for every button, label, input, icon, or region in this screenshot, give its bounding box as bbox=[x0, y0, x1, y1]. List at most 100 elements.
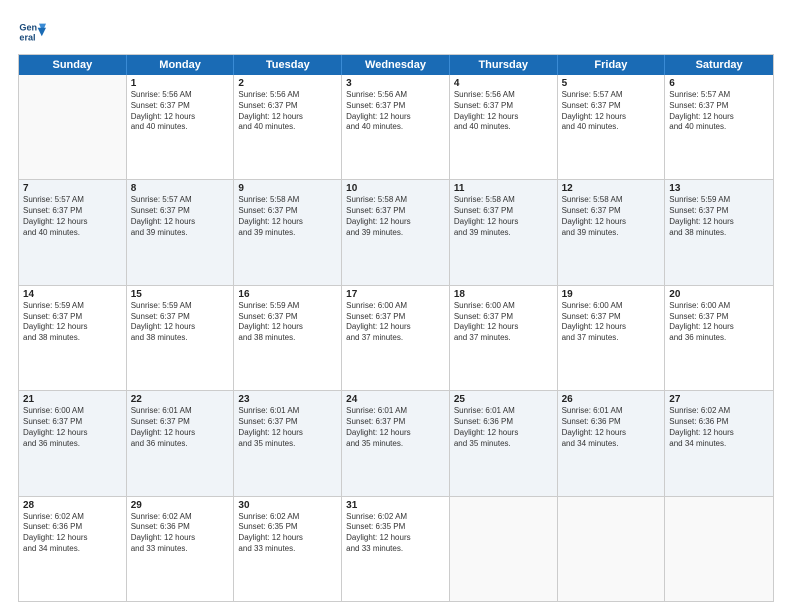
day-number: 1 bbox=[131, 78, 230, 89]
day-info: Sunrise: 6:00 AM Sunset: 6:37 PM Dayligh… bbox=[23, 406, 122, 449]
header-day-tuesday: Tuesday bbox=[234, 55, 342, 75]
day-cell-11: 11Sunrise: 5:58 AM Sunset: 6:37 PM Dayli… bbox=[450, 180, 558, 284]
calendar-week-2: 7Sunrise: 5:57 AM Sunset: 6:37 PM Daylig… bbox=[19, 179, 773, 284]
header-day-friday: Friday bbox=[558, 55, 666, 75]
day-number: 7 bbox=[23, 183, 122, 194]
day-info: Sunrise: 5:58 AM Sunset: 6:37 PM Dayligh… bbox=[562, 195, 661, 238]
day-cell-4: 4Sunrise: 5:56 AM Sunset: 6:37 PM Daylig… bbox=[450, 75, 558, 179]
day-number: 18 bbox=[454, 289, 553, 300]
day-info: Sunrise: 5:57 AM Sunset: 6:37 PM Dayligh… bbox=[23, 195, 122, 238]
day-number: 8 bbox=[131, 183, 230, 194]
day-info: Sunrise: 6:00 AM Sunset: 6:37 PM Dayligh… bbox=[346, 301, 445, 344]
day-cell-28: 28Sunrise: 6:02 AM Sunset: 6:36 PM Dayli… bbox=[19, 497, 127, 601]
header-day-saturday: Saturday bbox=[665, 55, 773, 75]
calendar-week-5: 28Sunrise: 6:02 AM Sunset: 6:36 PM Dayli… bbox=[19, 496, 773, 601]
day-info: Sunrise: 5:59 AM Sunset: 6:37 PM Dayligh… bbox=[669, 195, 769, 238]
day-number: 27 bbox=[669, 394, 769, 405]
calendar-week-1: 1Sunrise: 5:56 AM Sunset: 6:37 PM Daylig… bbox=[19, 75, 773, 179]
day-number: 9 bbox=[238, 183, 337, 194]
day-cell-23: 23Sunrise: 6:01 AM Sunset: 6:37 PM Dayli… bbox=[234, 391, 342, 495]
day-number: 23 bbox=[238, 394, 337, 405]
day-info: Sunrise: 5:58 AM Sunset: 6:37 PM Dayligh… bbox=[346, 195, 445, 238]
day-cell-18: 18Sunrise: 6:00 AM Sunset: 6:37 PM Dayli… bbox=[450, 286, 558, 390]
day-cell-26: 26Sunrise: 6:01 AM Sunset: 6:36 PM Dayli… bbox=[558, 391, 666, 495]
day-cell-8: 8Sunrise: 5:57 AM Sunset: 6:37 PM Daylig… bbox=[127, 180, 235, 284]
day-cell-22: 22Sunrise: 6:01 AM Sunset: 6:37 PM Dayli… bbox=[127, 391, 235, 495]
day-info: Sunrise: 6:02 AM Sunset: 6:36 PM Dayligh… bbox=[669, 406, 769, 449]
day-number: 10 bbox=[346, 183, 445, 194]
day-number: 26 bbox=[562, 394, 661, 405]
day-number: 28 bbox=[23, 500, 122, 511]
day-number: 14 bbox=[23, 289, 122, 300]
day-info: Sunrise: 5:58 AM Sunset: 6:37 PM Dayligh… bbox=[454, 195, 553, 238]
day-info: Sunrise: 6:02 AM Sunset: 6:36 PM Dayligh… bbox=[131, 512, 230, 555]
calendar: SundayMondayTuesdayWednesdayThursdayFrid… bbox=[18, 54, 774, 602]
day-info: Sunrise: 5:58 AM Sunset: 6:37 PM Dayligh… bbox=[238, 195, 337, 238]
day-number: 16 bbox=[238, 289, 337, 300]
day-info: Sunrise: 6:01 AM Sunset: 6:36 PM Dayligh… bbox=[454, 406, 553, 449]
header-day-monday: Monday bbox=[127, 55, 235, 75]
day-cell-20: 20Sunrise: 6:00 AM Sunset: 6:37 PM Dayli… bbox=[665, 286, 773, 390]
day-number: 12 bbox=[562, 183, 661, 194]
calendar-week-4: 21Sunrise: 6:00 AM Sunset: 6:37 PM Dayli… bbox=[19, 390, 773, 495]
day-info: Sunrise: 5:56 AM Sunset: 6:37 PM Dayligh… bbox=[131, 90, 230, 133]
calendar-week-3: 14Sunrise: 5:59 AM Sunset: 6:37 PM Dayli… bbox=[19, 285, 773, 390]
day-cell-19: 19Sunrise: 6:00 AM Sunset: 6:37 PM Dayli… bbox=[558, 286, 666, 390]
day-info: Sunrise: 6:01 AM Sunset: 6:37 PM Dayligh… bbox=[346, 406, 445, 449]
day-cell-empty bbox=[665, 497, 773, 601]
day-cell-10: 10Sunrise: 5:58 AM Sunset: 6:37 PM Dayli… bbox=[342, 180, 450, 284]
day-number: 31 bbox=[346, 500, 445, 511]
day-cell-29: 29Sunrise: 6:02 AM Sunset: 6:36 PM Dayli… bbox=[127, 497, 235, 601]
day-cell-21: 21Sunrise: 6:00 AM Sunset: 6:37 PM Dayli… bbox=[19, 391, 127, 495]
day-info: Sunrise: 6:01 AM Sunset: 6:37 PM Dayligh… bbox=[238, 406, 337, 449]
day-info: Sunrise: 6:00 AM Sunset: 6:37 PM Dayligh… bbox=[562, 301, 661, 344]
day-cell-31: 31Sunrise: 6:02 AM Sunset: 6:35 PM Dayli… bbox=[342, 497, 450, 601]
day-number: 6 bbox=[669, 78, 769, 89]
day-info: Sunrise: 6:01 AM Sunset: 6:37 PM Dayligh… bbox=[131, 406, 230, 449]
day-number: 22 bbox=[131, 394, 230, 405]
svg-text:eral: eral bbox=[19, 32, 35, 42]
day-cell-30: 30Sunrise: 6:02 AM Sunset: 6:35 PM Dayli… bbox=[234, 497, 342, 601]
day-cell-16: 16Sunrise: 5:59 AM Sunset: 6:37 PM Dayli… bbox=[234, 286, 342, 390]
day-number: 21 bbox=[23, 394, 122, 405]
day-number: 5 bbox=[562, 78, 661, 89]
day-cell-5: 5Sunrise: 5:57 AM Sunset: 6:37 PM Daylig… bbox=[558, 75, 666, 179]
day-info: Sunrise: 6:02 AM Sunset: 6:36 PM Dayligh… bbox=[23, 512, 122, 555]
day-cell-24: 24Sunrise: 6:01 AM Sunset: 6:37 PM Dayli… bbox=[342, 391, 450, 495]
day-info: Sunrise: 5:59 AM Sunset: 6:37 PM Dayligh… bbox=[131, 301, 230, 344]
day-info: Sunrise: 5:59 AM Sunset: 6:37 PM Dayligh… bbox=[238, 301, 337, 344]
day-number: 19 bbox=[562, 289, 661, 300]
day-number: 11 bbox=[454, 183, 553, 194]
day-number: 20 bbox=[669, 289, 769, 300]
calendar-body: 1Sunrise: 5:56 AM Sunset: 6:37 PM Daylig… bbox=[19, 75, 773, 601]
day-number: 15 bbox=[131, 289, 230, 300]
day-info: Sunrise: 6:00 AM Sunset: 6:37 PM Dayligh… bbox=[454, 301, 553, 344]
day-cell-1: 1Sunrise: 5:56 AM Sunset: 6:37 PM Daylig… bbox=[127, 75, 235, 179]
day-info: Sunrise: 5:56 AM Sunset: 6:37 PM Dayligh… bbox=[238, 90, 337, 133]
logo-icon: Gen eral bbox=[18, 18, 46, 46]
day-number: 3 bbox=[346, 78, 445, 89]
logo: Gen eral bbox=[18, 18, 50, 46]
day-cell-empty bbox=[558, 497, 666, 601]
day-cell-15: 15Sunrise: 5:59 AM Sunset: 6:37 PM Dayli… bbox=[127, 286, 235, 390]
day-info: Sunrise: 5:59 AM Sunset: 6:37 PM Dayligh… bbox=[23, 301, 122, 344]
day-cell-6: 6Sunrise: 5:57 AM Sunset: 6:37 PM Daylig… bbox=[665, 75, 773, 179]
day-info: Sunrise: 5:57 AM Sunset: 6:37 PM Dayligh… bbox=[669, 90, 769, 133]
header-day-sunday: Sunday bbox=[19, 55, 127, 75]
day-number: 17 bbox=[346, 289, 445, 300]
day-info: Sunrise: 6:02 AM Sunset: 6:35 PM Dayligh… bbox=[346, 512, 445, 555]
day-info: Sunrise: 5:56 AM Sunset: 6:37 PM Dayligh… bbox=[346, 90, 445, 133]
day-cell-14: 14Sunrise: 5:59 AM Sunset: 6:37 PM Dayli… bbox=[19, 286, 127, 390]
day-cell-9: 9Sunrise: 5:58 AM Sunset: 6:37 PM Daylig… bbox=[234, 180, 342, 284]
day-info: Sunrise: 6:01 AM Sunset: 6:36 PM Dayligh… bbox=[562, 406, 661, 449]
day-number: 4 bbox=[454, 78, 553, 89]
calendar-header: SundayMondayTuesdayWednesdayThursdayFrid… bbox=[19, 55, 773, 75]
day-cell-empty bbox=[19, 75, 127, 179]
header-day-wednesday: Wednesday bbox=[342, 55, 450, 75]
day-cell-13: 13Sunrise: 5:59 AM Sunset: 6:37 PM Dayli… bbox=[665, 180, 773, 284]
day-info: Sunrise: 5:57 AM Sunset: 6:37 PM Dayligh… bbox=[562, 90, 661, 133]
day-number: 29 bbox=[131, 500, 230, 511]
day-number: 13 bbox=[669, 183, 769, 194]
day-number: 25 bbox=[454, 394, 553, 405]
day-info: Sunrise: 5:57 AM Sunset: 6:37 PM Dayligh… bbox=[131, 195, 230, 238]
